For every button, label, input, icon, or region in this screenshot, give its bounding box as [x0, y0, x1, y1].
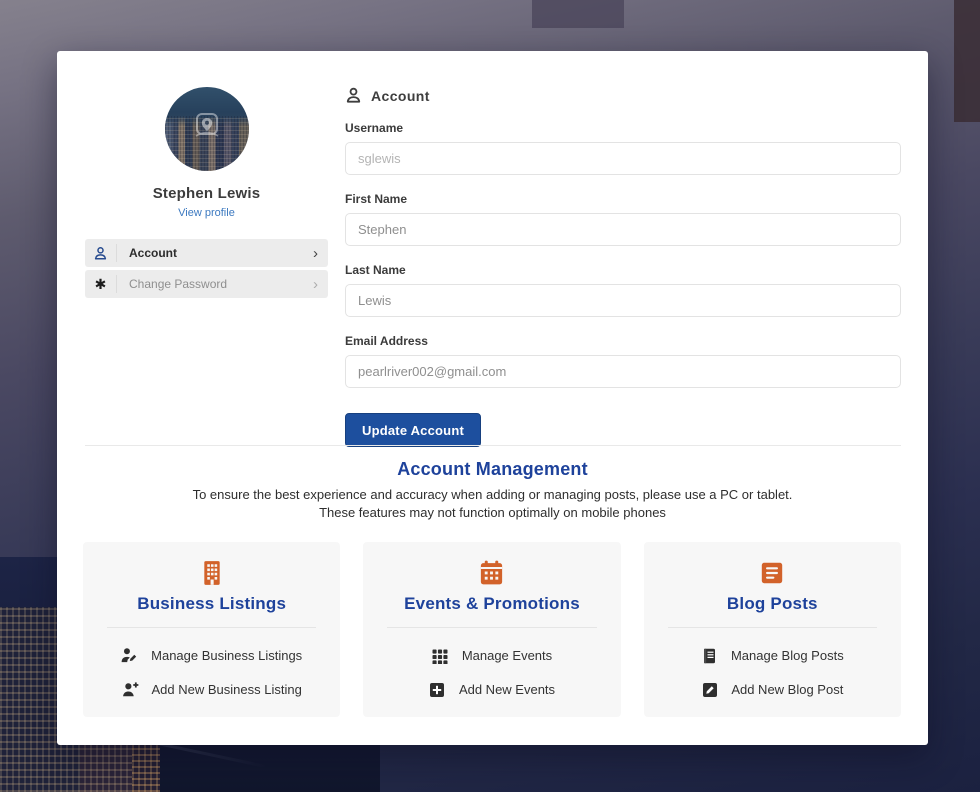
add-new-business-listing-link[interactable]: Add New Business Listing — [83, 681, 340, 698]
building-icon — [83, 559, 340, 586]
person-icon — [345, 87, 362, 104]
section-divider — [85, 445, 901, 446]
asterisk-icon: ✱ — [85, 275, 117, 293]
card-title: Events & Promotions — [363, 594, 620, 614]
avatar — [165, 87, 249, 171]
add-new-events-link[interactable]: Add New Events — [363, 681, 620, 698]
background-building — [532, 0, 624, 28]
sidebar-item-label: Change Password — [117, 277, 227, 291]
profile-name: Stephen Lewis — [85, 185, 328, 202]
section-title: Account Management — [57, 459, 928, 480]
settings-nav: Account › ✱ Change Password › — [85, 239, 328, 298]
manage-business-listings-link[interactable]: Manage Business Listings — [83, 647, 340, 664]
form-title: Account — [371, 88, 430, 104]
person-icon — [85, 244, 117, 262]
first-name-label: First Name — [345, 192, 901, 206]
add-new-blog-post-link[interactable]: Add New Blog Post — [644, 681, 901, 698]
email-input[interactable] — [345, 355, 901, 388]
manage-events-link[interactable]: Manage Events — [363, 647, 620, 664]
email-label: Email Address — [345, 334, 901, 348]
account-card: Stephen Lewis View profile Account › ✱ C… — [57, 51, 928, 745]
section-note-line1: To ensure the best experience and accura… — [57, 487, 928, 502]
update-account-button[interactable]: Update Account — [345, 413, 481, 447]
blog-posts-card: Blog Posts — [644, 542, 901, 717]
business-listings-card: Business Listings Manage Business Listin… — [83, 542, 340, 717]
view-profile-link[interactable]: View profile — [178, 207, 235, 219]
card-title: Business Listings — [83, 594, 340, 614]
last-name-input[interactable] — [345, 284, 901, 317]
calendar-icon — [363, 559, 620, 586]
first-name-input[interactable] — [345, 213, 901, 246]
item-label: Add New Events — [459, 682, 555, 697]
manage-blog-posts-link[interactable]: Manage Blog Posts — [644, 647, 901, 664]
card-title: Blog Posts — [644, 594, 901, 614]
form-header: Account — [345, 87, 901, 104]
chevron-right-icon: › — [313, 246, 328, 261]
sidebar-item-change-password[interactable]: ✱ Change Password › — [85, 270, 328, 298]
blog-icon — [644, 559, 901, 586]
item-label: Add New Blog Post — [731, 682, 843, 697]
card-divider — [107, 627, 316, 628]
events-promotions-card: Events & Promotions Manage Events — [363, 542, 620, 717]
user-plus-icon — [122, 681, 139, 698]
journal-icon — [701, 647, 718, 664]
pen-square-icon — [701, 681, 718, 698]
background-building — [954, 0, 980, 122]
item-label: Manage Business Listings — [151, 648, 302, 663]
card-divider — [387, 627, 596, 628]
item-label: Manage Events — [462, 648, 552, 663]
grid-icon — [432, 647, 449, 664]
chevron-right-icon: › — [313, 277, 328, 292]
last-name-label: Last Name — [345, 263, 901, 277]
sidebar-item-label: Account — [117, 246, 177, 260]
profile-panel: Stephen Lewis View profile Account › ✱ C… — [85, 87, 328, 301]
card-divider — [668, 627, 877, 628]
user-edit-icon — [121, 647, 138, 664]
plus-square-icon — [429, 681, 446, 698]
username-label: Username — [345, 121, 901, 135]
management-cards: Business Listings Manage Business Listin… — [83, 542, 901, 717]
account-form: Account Username First Name Last Name Em… — [345, 87, 901, 447]
item-label: Add New Business Listing — [152, 682, 302, 697]
location-pin-logo-icon — [190, 109, 224, 143]
item-label: Manage Blog Posts — [731, 648, 844, 663]
section-note-line2: These features may not function optimall… — [57, 505, 928, 520]
username-input[interactable] — [345, 142, 901, 175]
sidebar-item-account[interactable]: Account › — [85, 239, 328, 267]
